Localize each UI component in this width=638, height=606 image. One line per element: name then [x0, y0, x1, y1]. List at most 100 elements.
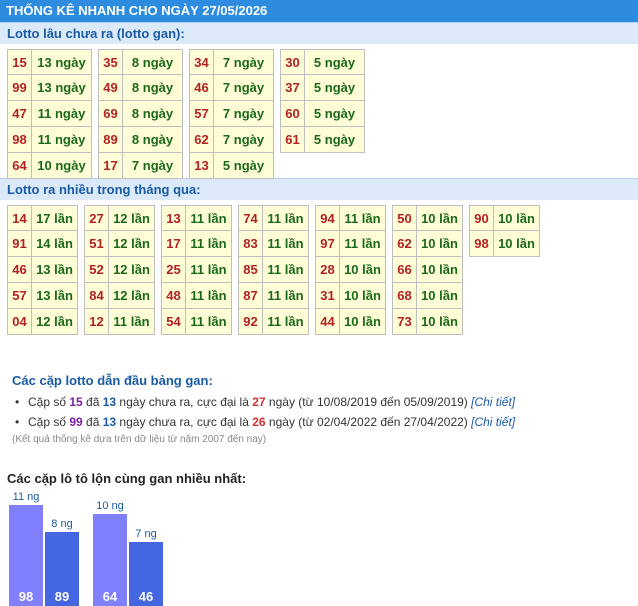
- lotto-count: 10 ngày: [32, 153, 92, 179]
- lotto-count: 5 ngày: [305, 127, 365, 153]
- stat-row: 15 13 ngày: [7, 49, 92, 75]
- lotto-count: 12 lần: [109, 283, 155, 309]
- pair-number: 99: [69, 415, 83, 429]
- lotto-count: 10 lần: [417, 309, 463, 335]
- bullet-icon: •: [15, 415, 20, 429]
- pair-days: 13: [102, 395, 117, 409]
- lotto-number: 12: [84, 309, 109, 335]
- stat-row: 52 12 lần: [84, 257, 155, 283]
- bar-category-label: 46: [138, 589, 154, 604]
- section-gan-header: Lotto lâu chưa ra (lotto gan):: [0, 22, 638, 44]
- stat-block: 35 8 ngày 49 8 ngày 69 8 ngày 89 8 ngày 17 7 ngày: [98, 49, 183, 179]
- bar-value-label: 10 ng: [96, 500, 124, 512]
- stat-block: 30 5 ngày 37 5 ngày 60 5 ngày 61 5 ngày: [280, 49, 365, 153]
- lotto-number: 73: [392, 309, 417, 335]
- detail-link[interactable]: [Chi tiết]: [471, 415, 515, 429]
- lotto-count: 7 ngày: [214, 75, 274, 101]
- pair-days: 13: [102, 415, 117, 429]
- stat-row: 66 10 lần: [392, 257, 463, 283]
- pair-max: 26: [252, 415, 266, 429]
- stat-row: 48 11 lần: [161, 283, 232, 309]
- lotto-number: 60: [280, 101, 305, 127]
- pair-line: • Cặp số 99 đã 13 ngày chưa ra, cực đại …: [12, 412, 638, 432]
- lotto-number: 52: [84, 257, 109, 283]
- lotto-number: 91: [7, 231, 32, 257]
- stat-row: 62 10 lần: [392, 231, 463, 257]
- pair-text: Cặp số: [28, 415, 70, 429]
- lotto-number: 57: [7, 283, 32, 309]
- stat-row: 30 5 ngày: [280, 49, 365, 75]
- lotto-count: 11 lần: [263, 257, 309, 283]
- stat-row: 73 10 lần: [392, 309, 463, 335]
- lotto-count: 12 lần: [109, 231, 155, 257]
- lotto-count: 7 ngày: [123, 153, 183, 179]
- lotto-count: 14 lần: [32, 231, 78, 257]
- stat-row: 90 10 lần: [469, 205, 540, 231]
- lotto-number: 35: [98, 49, 123, 75]
- lotto-number: 69: [98, 101, 123, 127]
- lotto-number: 92: [238, 309, 263, 335]
- stat-block: 50 10 lần 62 10 lần 66 10 lần 68 10 lần 73 10 lần: [392, 205, 463, 335]
- chart-bar: 64: [93, 514, 127, 606]
- lotto-number: 61: [280, 127, 305, 153]
- stat-row: 49 8 ngày: [98, 75, 183, 101]
- lotto-number: 97: [315, 231, 340, 257]
- lotto-number: 47: [7, 101, 32, 127]
- lotto-count: 11 lần: [263, 309, 309, 335]
- stat-block: 34 7 ngày 46 7 ngày 57 7 ngày 62 7 ngày 13 5 ngày: [189, 49, 274, 179]
- chart-bar: 89: [45, 532, 79, 606]
- stat-row: 92 11 lần: [238, 309, 309, 335]
- pair-text: ngày (từ 10/08/2019 đến 05/09/2019): [265, 395, 472, 409]
- lotto-count: 11 lần: [186, 309, 232, 335]
- lotto-count: 13 lần: [32, 283, 78, 309]
- lotto-number: 15: [7, 49, 32, 75]
- pair-text: Cặp số: [28, 395, 70, 409]
- lotto-count: 5 ngày: [305, 49, 365, 75]
- lotto-number: 50: [392, 205, 417, 231]
- lotto-count: 11 lần: [340, 231, 386, 257]
- stat-row: 64 10 ngày: [7, 153, 92, 179]
- lotto-number: 83: [238, 231, 263, 257]
- lotto-count: 10 lần: [494, 205, 540, 231]
- lotto-number: 98: [7, 127, 32, 153]
- lotto-number: 30: [280, 49, 305, 75]
- lotto-count: 11 lần: [109, 309, 155, 335]
- lotto-count: 7 ngày: [214, 49, 274, 75]
- bullet-icon: •: [15, 395, 20, 409]
- stat-row: 50 10 lần: [392, 205, 463, 231]
- bar-value-label: 8 ng: [51, 518, 73, 531]
- lotto-count: 8 ngày: [123, 127, 183, 153]
- stat-row: 89 8 ngày: [98, 127, 183, 153]
- stat-row: 83 11 lần: [238, 231, 309, 257]
- stat-row: 54 11 lần: [161, 309, 232, 335]
- stat-row: 44 10 lần: [315, 309, 386, 335]
- lotto-number: 57: [189, 101, 214, 127]
- lotto-number: 17: [161, 231, 186, 257]
- lotto-count: 10 lần: [417, 257, 463, 283]
- stat-row: 74 11 lần: [238, 205, 309, 231]
- stat-block: 94 11 lần 97 11 lần 28 10 lần 31 10 lần 44 10 lần: [315, 205, 386, 335]
- stat-row: 62 7 ngày: [189, 127, 274, 153]
- lotto-count: 13 lần: [32, 257, 78, 283]
- pairs-title: Các cặp lotto dẫn đầu bảng gan:: [12, 373, 213, 388]
- pair-number: 15: [69, 395, 83, 409]
- stat-row: 04 12 lần: [7, 309, 78, 335]
- stat-row: 12 11 lần: [84, 309, 155, 335]
- lotto-count: 5 ngày: [305, 101, 365, 127]
- stat-block: 14 17 lần 91 14 lần 46 13 lần 57 13 lần 04 12 lần: [7, 205, 78, 335]
- lotto-count: 7 ngày: [214, 127, 274, 153]
- stat-block: 27 12 lần 51 12 lần 52 12 lần 84 12 lần 12 11 lần: [84, 205, 155, 335]
- pair-text: ngày chưa ra, cực đại là: [116, 395, 253, 409]
- detail-link[interactable]: [Chi tiết]: [471, 395, 515, 409]
- lotto-number: 89: [98, 127, 123, 153]
- lotto-number: 13: [189, 153, 214, 179]
- lotto-count: 8 ngày: [123, 49, 183, 75]
- lotto-number: 04: [7, 309, 32, 335]
- bar-category-label: 89: [54, 589, 70, 604]
- lotto-number: 84: [84, 283, 109, 309]
- section-frequent-header: Lotto ra nhiều trong tháng qua:: [0, 178, 638, 200]
- stat-row: 34 7 ngày: [189, 49, 274, 75]
- stat-row: 14 17 lần: [7, 205, 78, 231]
- lotto-number: 28: [315, 257, 340, 283]
- lotto-count: 11 lần: [340, 205, 386, 231]
